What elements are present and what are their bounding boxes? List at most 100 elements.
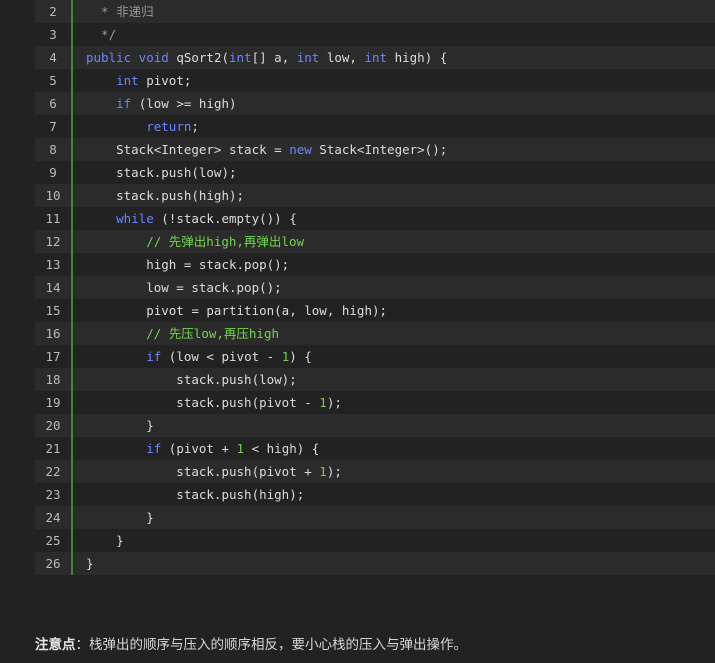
- line-number: 26: [45, 556, 61, 571]
- code-text: stack.push(high);: [73, 483, 715, 506]
- code-text: if (low < pivot - 1) {: [73, 345, 715, 368]
- code-text: high = stack.pop();: [73, 253, 715, 276]
- code-text: }: [73, 552, 715, 575]
- code-token: (pivot +: [161, 441, 237, 456]
- code-token: low,: [319, 50, 365, 65]
- line-number: 12: [45, 234, 61, 249]
- code-token: [] a,: [251, 50, 297, 65]
- code-line: 8 Stack<Integer> stack = new Stack<Integ…: [35, 138, 715, 161]
- code-keyword: while: [116, 211, 154, 226]
- code-line: 11 while (!stack.empty()) {: [35, 207, 715, 230]
- code-number: 1: [319, 395, 327, 410]
- code-text: return;: [73, 115, 715, 138]
- code-token: Stack<Integer>();: [311, 142, 448, 157]
- code-comment: // 先压low,再压high: [146, 326, 280, 341]
- line-number: 20: [45, 418, 61, 433]
- code-keyword: if: [116, 96, 132, 111]
- code-token: (low < pivot -: [161, 349, 282, 364]
- code-line: 6 if (low >= high): [35, 92, 715, 115]
- code-line: 26}: [35, 552, 715, 575]
- code-number: 1: [319, 464, 327, 479]
- code-line: 14 low = stack.pop();: [35, 276, 715, 299]
- code-line: 5 int pivot;: [35, 69, 715, 92]
- code-token: );: [326, 395, 342, 410]
- line-number: 6: [49, 96, 57, 111]
- line-number: 25: [45, 533, 61, 548]
- code-keyword: public void: [86, 50, 169, 65]
- line-number: 7: [49, 119, 57, 134]
- code-text: int pivot;: [73, 69, 715, 92]
- code-text: stack.push(pivot - 1);: [73, 391, 715, 414]
- code-token: stack.push(high);: [86, 188, 245, 203]
- code-number: 1: [236, 441, 245, 456]
- code-token: high = stack.pop();: [86, 257, 290, 272]
- code-token: stack.push(pivot +: [86, 464, 320, 479]
- line-number: 14: [45, 280, 61, 295]
- code-text: if (pivot + 1 < high) {: [73, 437, 715, 460]
- code-line: 18 stack.push(low);: [35, 368, 715, 391]
- code-token: ;: [191, 119, 199, 134]
- code-token: high) {: [387, 50, 448, 65]
- code-token: pivot = partition(a, low, high);: [86, 303, 388, 318]
- code-keyword: int: [116, 73, 139, 88]
- code-line: 23 stack.push(high);: [35, 483, 715, 506]
- line-number: 24: [45, 510, 61, 525]
- code-token: }: [86, 418, 154, 433]
- note-text: 栈弹出的顺序与压入的顺序相反，要小心栈的压入与弹出操作。: [89, 637, 467, 653]
- code-keyword: new: [289, 142, 312, 157]
- line-number: 15: [45, 303, 61, 318]
- line-number: 8: [49, 142, 57, 157]
- line-number: 19: [45, 395, 61, 410]
- code-keyword: if: [146, 349, 162, 364]
- code-token: stack.push(low);: [86, 372, 297, 387]
- code-text: // 先压low,再压high: [73, 322, 715, 345]
- code-keyword: int: [296, 50, 320, 65]
- line-number: 9: [49, 165, 57, 180]
- note-separator: ：: [75, 637, 90, 653]
- code-line: 12 // 先弹出high,再弹出low: [35, 230, 715, 253]
- code-line: 15 pivot = partition(a, low, high);: [35, 299, 715, 322]
- code-line: 3 */: [35, 23, 715, 46]
- code-text: Stack<Integer> stack = new Stack<Integer…: [73, 138, 715, 161]
- code-text: public void qSort2(int[] a, int low, int…: [73, 46, 715, 69]
- code-text: */: [73, 23, 715, 46]
- code-keyword: return: [146, 119, 192, 134]
- code-token: ) {: [289, 349, 312, 364]
- code-line: 21 if (pivot + 1 < high) {: [35, 437, 715, 460]
- code-token: < high) {: [244, 441, 320, 456]
- code-token: low = stack.pop();: [86, 280, 282, 295]
- line-number: 21: [45, 441, 61, 456]
- code-line: 9 stack.push(low);: [35, 161, 715, 184]
- code-comment: // 先弹出high,再弹出low: [146, 234, 305, 249]
- code-token: pivot;: [138, 73, 192, 88]
- code-line: 10 stack.push(high);: [35, 184, 715, 207]
- code-text: low = stack.pop();: [73, 276, 715, 299]
- line-number: 13: [45, 257, 61, 272]
- code-line: 7 return;: [35, 115, 715, 138]
- code-token: }: [86, 510, 154, 525]
- code-line: 4 public void qSort2(int[] a, int low, in…: [35, 46, 715, 69]
- line-number: 4: [49, 50, 57, 65]
- code-text: stack.push(low);: [73, 368, 715, 391]
- code-line: 17 if (low < pivot - 1) {: [35, 345, 715, 368]
- code-doc-comment: */: [86, 27, 117, 42]
- code-token: (low >= high): [131, 96, 237, 111]
- code-token: );: [326, 464, 342, 479]
- code-token: qSort2(: [168, 50, 230, 65]
- line-number: 16: [45, 326, 61, 341]
- code-token: }: [86, 533, 124, 548]
- line-number: 22: [45, 464, 61, 479]
- code-text: stack.push(high);: [73, 184, 715, 207]
- code-line: 2 * 非递归: [35, 0, 715, 23]
- line-number: 18: [45, 372, 61, 387]
- code-text: }: [73, 529, 715, 552]
- line-number: 5: [49, 73, 57, 88]
- code-token: }: [86, 556, 94, 571]
- code-text: if (low >= high): [73, 92, 715, 115]
